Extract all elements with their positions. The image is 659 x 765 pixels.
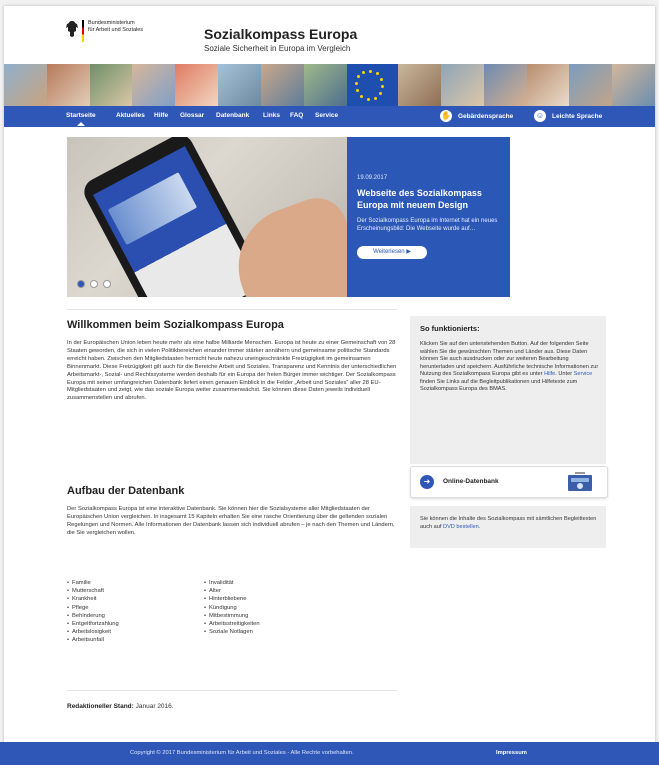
editorial-status: Redaktioneller Stand: Januar 2016.: [67, 703, 174, 710]
welcome-text: In der Europäischen Union leben heute me…: [67, 340, 397, 402]
help-link[interactable]: Hilfe: [544, 371, 555, 377]
nav-item-faq[interactable]: FAQ: [290, 112, 303, 119]
hero-teaser: 19.09.2017 Webseite des Sozialkompass Eu…: [347, 137, 510, 297]
hero-image: [67, 137, 347, 297]
main-nav: Startseite Aktuelles Hilfe Glossar Daten…: [4, 106, 655, 127]
teaser-date: 19.09.2017: [357, 175, 388, 181]
how-it-works-text-b: . Unter: [555, 371, 573, 377]
slider-dot[interactable]: [77, 280, 85, 288]
sign-language-label: Gebärdensprache: [458, 112, 514, 120]
list-item: Arbeitsunfall: [67, 636, 119, 644]
list-item: Behinderung: [67, 612, 119, 620]
site-footer: Copyright © 2017 Bundesministerium für A…: [0, 742, 659, 765]
federal-eagle-icon: [66, 21, 78, 37]
teaser-text: Der Sozialkompass Europa im Internet hat…: [357, 218, 498, 232]
read-more-label: Weiterlesen: [373, 249, 405, 255]
list-item: Hinterbliebene: [204, 595, 260, 603]
nav-item-glossar[interactable]: Glossar: [180, 112, 204, 119]
banner-photo: [132, 64, 176, 106]
banner-photo: [440, 64, 484, 106]
eu-flag-tile: [346, 64, 399, 106]
list-item: Arbeitslosigkeit: [67, 628, 119, 636]
banner-photo: [398, 64, 441, 106]
banner-photo: [483, 64, 527, 106]
list-item: Familie: [67, 579, 119, 587]
banner-photo: [260, 64, 304, 106]
nav-item-links[interactable]: Links: [263, 112, 280, 119]
hand-icon: ✋: [440, 110, 452, 122]
online-database-label: Online-Datenbank: [443, 478, 499, 485]
list-item: Soziale Notlagen: [204, 628, 260, 636]
divider: [67, 309, 397, 310]
site-header: Bundesministerium für Arbeit und Soziale…: [4, 6, 655, 64]
easy-language-icon: ☺: [534, 110, 546, 122]
phone-screen: [93, 146, 261, 297]
easy-language-label: Leichte Sprache: [552, 112, 603, 120]
copyright-text: Copyright © 2017 Bundesministerium für A…: [130, 750, 354, 756]
nav-item-service[interactable]: Service: [315, 112, 338, 119]
dvd-package-icon: [568, 472, 592, 491]
slider-dot[interactable]: [103, 280, 111, 288]
list-item: Mutterschaft: [67, 587, 119, 595]
how-it-works-heading: So funktionierts:: [420, 324, 480, 333]
nav-item-datenbank[interactable]: Datenbank: [216, 112, 249, 119]
screen-photo: [107, 172, 198, 246]
slider-dots: [77, 280, 111, 288]
database-heading: Aufbau der Datenbank: [67, 485, 185, 497]
service-link[interactable]: Service: [574, 371, 593, 377]
list-item: Kündigung: [204, 604, 260, 612]
banner-photo: [303, 64, 347, 106]
banner-photo: [89, 64, 133, 106]
how-it-works-text-a: Klicken Sie auf den untenstehenden Butto…: [420, 341, 599, 377]
welcome-heading: Willkommen beim Sozialkompass Europa: [67, 319, 284, 331]
banner-photo: [569, 64, 613, 106]
list-item: Pflege: [67, 604, 119, 612]
editorial-status-label: Redaktioneller Stand:: [67, 703, 134, 710]
topic-list-left: Familie Mutterschaft Krankheit Pflege Be…: [67, 579, 119, 645]
how-it-works-text: Klicken Sie auf den untenstehenden Butto…: [420, 341, 600, 394]
how-it-works-box: So funktionierts: Klicken Sie auf den un…: [410, 316, 606, 464]
easy-language-link[interactable]: ☺ Leichte Sprache: [534, 110, 602, 122]
dvd-text: Sie können die Inhalte des Sozialkompass…: [420, 516, 600, 531]
ministry-name: Bundesministerium für Arbeit und Soziale…: [88, 20, 144, 33]
divider: [67, 690, 397, 691]
online-database-button[interactable]: ➜ Online-Datenbank: [410, 466, 608, 498]
dvd-order-box: Sie können die Inhalte des Sozialkompass…: [410, 506, 606, 548]
database-text: Der Sozialkompass Europa ist eine intera…: [67, 506, 395, 536]
how-it-works-text-c: finden Sie Links auf die Begleitpublikat…: [420, 378, 578, 393]
banner-photo: [612, 64, 655, 106]
list-item: Entgeltfortzahlung: [67, 620, 119, 628]
read-more-button[interactable]: Weiterlesen ▶: [357, 246, 427, 259]
banner-photo: [4, 64, 47, 106]
nav-item-aktuelles[interactable]: Aktuelles: [116, 112, 145, 119]
nav-item-startseite[interactable]: Startseite: [66, 112, 96, 126]
arrow-right-icon: ➜: [420, 475, 434, 489]
page-card: Bundesministerium für Arbeit und Soziale…: [4, 6, 655, 756]
sign-language-link[interactable]: ✋ Gebärdensprache: [440, 110, 513, 122]
ministry-logo[interactable]: Bundesministerium für Arbeit und Soziale…: [65, 20, 175, 44]
slider-dot[interactable]: [90, 280, 98, 288]
list-item: Arbeitsstreitigkeiten: [204, 620, 260, 628]
topic-list-right: Invalidität Alter Hinterbliebene Kündigu…: [204, 579, 260, 636]
german-flag-bar: [82, 20, 84, 42]
play-arrow-icon: ▶: [406, 249, 411, 255]
dvd-order-link[interactable]: DVD bestellen.: [443, 524, 480, 530]
banner-photo: [218, 64, 261, 106]
page: Bundesministerium für Arbeit und Soziale…: [0, 0, 659, 765]
impressum-link[interactable]: Impressum: [496, 750, 527, 756]
site-subtitle: Soziale Sicherheit in Europa im Vergleic…: [204, 44, 351, 53]
photo-banner: [4, 64, 655, 106]
banner-photo: [526, 64, 570, 106]
nav-item-hilfe[interactable]: Hilfe: [154, 112, 168, 119]
list-item: Krankheit: [67, 595, 119, 603]
list-item: Alter: [204, 587, 260, 595]
list-item: Mitbestimmung: [204, 612, 260, 620]
list-item: Invalidität: [204, 579, 260, 587]
editorial-status-value: Januar 2016.: [135, 703, 174, 710]
banner-photo: [46, 64, 90, 106]
site-title[interactable]: Sozialkompass Europa: [204, 26, 357, 42]
teaser-title[interactable]: Webseite des Sozialkompass Europa mit ne…: [357, 187, 505, 211]
banner-photo: [175, 64, 219, 106]
